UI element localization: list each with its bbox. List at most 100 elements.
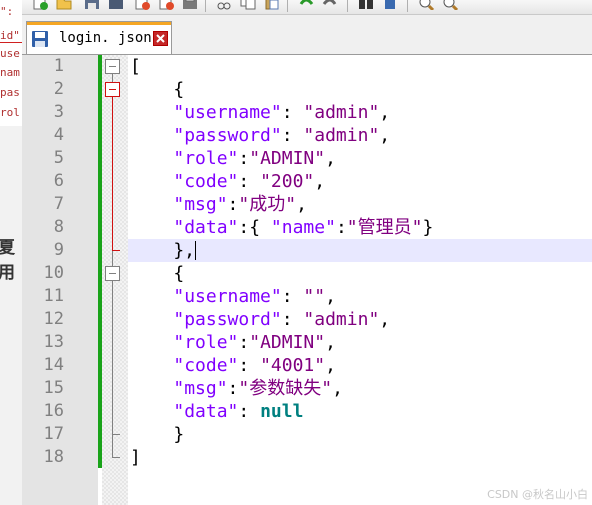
code-token: "code" <box>173 171 239 192</box>
line-number: 12 <box>43 309 64 329</box>
code-token: "role" <box>173 332 239 353</box>
undo-icon[interactable] <box>298 0 314 10</box>
code-line: "code": "200", <box>130 170 325 193</box>
cut-icon[interactable] <box>216 0 232 10</box>
code-token: "200" <box>260 171 315 192</box>
fold-guide-line <box>112 97 113 250</box>
background-text: nam <box>0 66 20 79</box>
find-icon[interactable] <box>358 0 374 10</box>
code-token: , <box>325 355 336 376</box>
close-icon[interactable] <box>134 0 150 10</box>
line-number: 9 <box>53 240 64 260</box>
code-token: }, <box>130 240 196 261</box>
code-token: ] <box>130 447 141 468</box>
open-file-icon[interactable] <box>56 0 72 10</box>
code-token: "msg" <box>173 378 228 399</box>
code-token: , <box>379 125 391 146</box>
text-caret <box>195 241 197 260</box>
fold-guide-line <box>112 281 113 434</box>
line-number: 16 <box>43 401 64 421</box>
code-token: "role" <box>173 148 239 169</box>
code-token: } <box>422 217 434 238</box>
code-token: : <box>281 125 304 146</box>
close-all-icon[interactable] <box>158 0 174 10</box>
code-line: }, <box>130 239 195 262</box>
background-panel <box>0 126 22 505</box>
code-line: } <box>130 423 184 446</box>
code-line: "msg":"参数缺失", <box>130 377 343 400</box>
code-token: "data" <box>173 401 239 422</box>
fold-end-marker <box>112 250 120 251</box>
code-token: : <box>238 355 261 376</box>
line-number: 3 <box>53 102 64 122</box>
fold-margin <box>102 55 128 505</box>
code-line: "password": "admin", <box>130 124 390 147</box>
code-editor[interactable]: 1 2 3 4 5 6 7 8 9 10 11 12 13 14 15 16 17 18 [ { "usernam… <box>22 55 592 505</box>
copy-icon[interactable] <box>240 0 256 10</box>
code-token: : <box>238 171 261 192</box>
background-text: ": <box>0 5 14 18</box>
code-token: , <box>325 286 336 307</box>
fold-toggle-icon[interactable] <box>105 266 120 281</box>
replace-icon[interactable] <box>382 0 398 10</box>
line-number: 18 <box>43 447 64 467</box>
code-token: "name" <box>270 217 336 238</box>
code-token: , <box>296 194 307 215</box>
fold-toggle-icon[interactable] <box>105 59 120 74</box>
code-token: "admin" <box>303 125 380 146</box>
new-file-icon[interactable] <box>32 0 48 10</box>
redo-icon[interactable] <box>322 0 338 10</box>
code-token: , <box>325 332 336 353</box>
code-token: : <box>281 286 304 307</box>
paste-icon[interactable] <box>264 0 280 10</box>
tab-active-indicator <box>27 22 171 25</box>
toolbar-separator <box>205 0 206 12</box>
code-token: "管理员" <box>346 217 423 238</box>
code-line: "role":"ADMIN", <box>130 331 336 354</box>
code-token: "password" <box>173 125 282 146</box>
code-token: [ <box>130 56 141 77</box>
save-icon[interactable] <box>84 0 100 10</box>
code-token: "username" <box>173 286 282 307</box>
code-token: "admin" <box>303 309 380 330</box>
background-text: use <box>0 47 20 60</box>
line-number: 17 <box>43 424 64 444</box>
current-line-highlight <box>128 239 592 262</box>
code-token: , <box>379 102 391 123</box>
code-token: : <box>238 332 250 353</box>
code-token: "ADMIN" <box>249 332 326 353</box>
zoom-in-icon[interactable] <box>418 0 435 12</box>
tab-close-icon[interactable] <box>153 31 168 46</box>
code-token: null <box>260 401 304 422</box>
watermark: CSDN @秋名山小白 <box>487 488 588 501</box>
toolbar <box>22 0 592 15</box>
line-number: 15 <box>43 378 64 398</box>
code-line: ] <box>130 446 141 469</box>
line-number: 10 <box>43 263 64 283</box>
zoom-out-icon[interactable] <box>442 0 459 12</box>
fold-toggle-icon[interactable] <box>105 82 120 97</box>
code-line: "username": "", <box>130 285 336 308</box>
code-token: "参数缺失" <box>238 378 333 399</box>
code-area[interactable]: [ { "username": "admin", "password": "ad… <box>128 55 592 505</box>
code-token: , <box>314 171 326 192</box>
code-line: "data": null <box>130 400 303 423</box>
print-icon[interactable] <box>182 0 198 10</box>
code-token: "data" <box>173 217 239 238</box>
code-line: "msg":"成功", <box>130 193 307 216</box>
save-all-icon[interactable] <box>108 0 124 10</box>
line-number: 2 <box>53 79 64 99</box>
code-line: [ <box>130 55 141 78</box>
code-token: : <box>227 194 239 215</box>
toolbar-separator <box>347 0 348 12</box>
tab-login-json[interactable]: login. json <box>26 21 172 54</box>
